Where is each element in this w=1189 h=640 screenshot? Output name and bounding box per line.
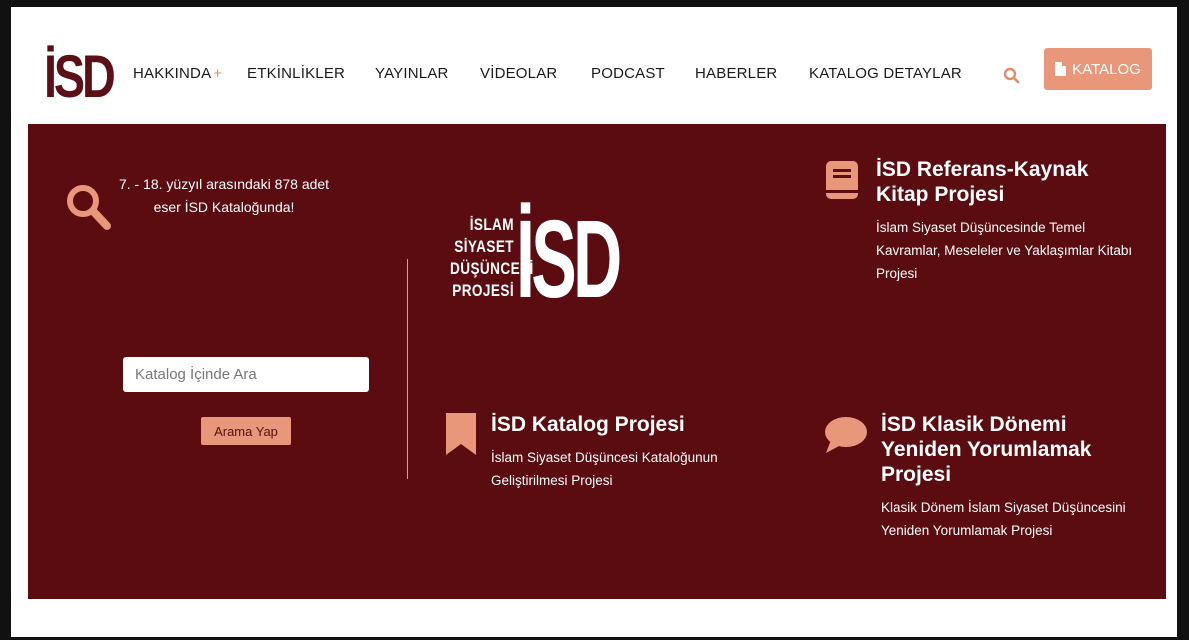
feature-title[interactable]: İSD Katalog Projesi [491,412,741,437]
nav-item-label: HAKKINDA [133,65,212,82]
nav-item-yayinlar[interactable]: YAYINLAR [375,65,449,82]
isd-project-logo: İSLAM SİYASET DÜŞÜNCESİ PROJESİ İSD [434,205,634,324]
feature-title[interactable]: İSD Referans-Kaynak Kitap Projesi [876,157,1126,207]
catalog-intro-text: 7. - 18. yüzyıl arasındaki 878 adet eser… [118,176,330,215]
nav-item-haberler[interactable]: HABERLER [695,65,777,82]
catalog-button-label: KATALOG [1072,60,1141,78]
vertical-divider [407,259,408,479]
logo-word: DÜŞÜNCESİ [450,259,534,278]
search-icon[interactable] [1001,65,1023,87]
catalog-search-input[interactable] [123,357,369,392]
logo-word: PROJESİ [452,281,514,300]
nav-item-videolar[interactable]: VİDEOLAR [480,65,557,82]
logo-word: İSLAM [469,215,514,234]
feature-description: İslam Siyaset Düşüncesinde Temel Kavraml… [876,220,1133,281]
logo-words: İSLAM SİYASET DÜŞÜNCESİ PROJESİ [450,214,534,302]
search-submit-button[interactable]: Arama Yap [201,417,291,445]
document-icon [1055,62,1067,76]
bookmark-icon [446,413,476,455]
feature-title[interactable]: İSD Klasik Dönemi Yeniden Yorumlamak Pro… [881,412,1141,487]
nav-item-podcast[interactable]: PODCAST [591,65,665,82]
page: İSD HAKKINDA + ETKİNLİKLER YAYINLAR VİDEO… [11,7,1177,637]
book-icon [826,161,858,199]
feature-description: İslam Siyaset Düşüncesi Kataloğunun Geli… [491,450,718,488]
catalog-button[interactable]: KATALOG [1044,48,1152,90]
nav-item-katalog-detaylar[interactable]: KATALOG DETAYLAR [809,65,962,82]
expand-plus-icon[interactable]: + [213,65,222,82]
logo-big-letters: İSD [516,198,622,321]
nav-item-etkinlikler[interactable]: ETKİNLİKLER [247,65,345,82]
site-logo[interactable]: İSD [44,47,116,107]
site-header: İSD HAKKINDA + ETKİNLİKLER YAYINLAR VİDEO… [11,7,1177,123]
nav-item-hakkinda[interactable]: HAKKINDA + [133,65,222,82]
logo-word: SİYASET [454,237,514,256]
feature-description: Klasik Dönem İslam Siyaset Düşüncesini Y… [881,500,1126,538]
speech-bubble-icon [825,417,867,453]
